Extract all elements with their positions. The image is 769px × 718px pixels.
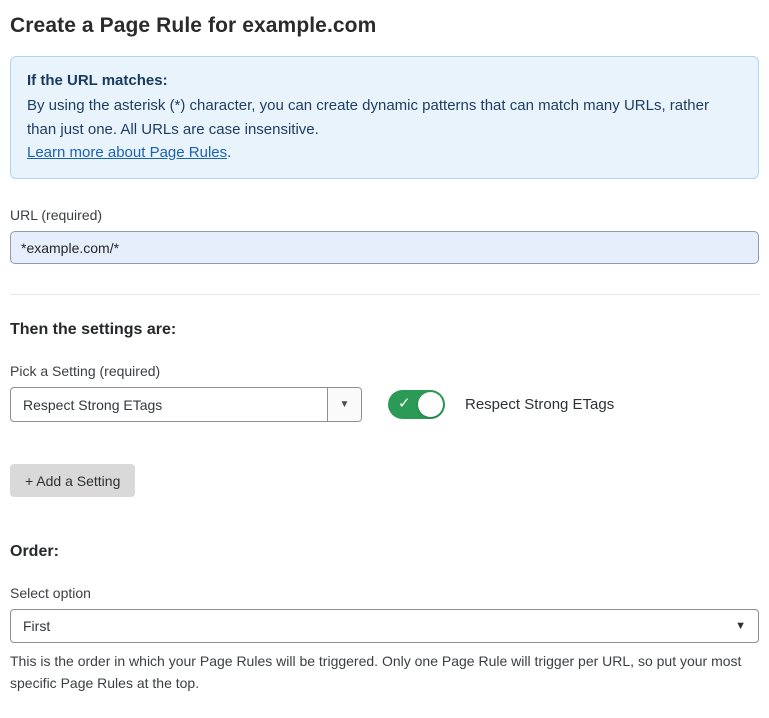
settings-section-heading: Then the settings are: [10, 321, 759, 339]
check-icon: ✓ [398, 394, 411, 412]
toggle-knob [418, 392, 443, 417]
chevron-down-icon: ▼ [340, 399, 350, 410]
setting-select-value: Respect Strong ETags [11, 388, 327, 421]
setting-select-arrow-button[interactable]: ▼ [327, 388, 361, 421]
setting-toggle[interactable]: ✓ [388, 390, 445, 419]
order-select-label: Select option [10, 585, 759, 601]
page-title: Create a Page Rule for example.com [10, 14, 759, 38]
info-box-body: By using the asterisk (*) character, you… [27, 94, 742, 141]
order-select-value: First [23, 618, 50, 634]
chevron-down-icon: ▼ [735, 620, 746, 632]
page-rule-form: Create a Page Rule for example.com If th… [0, 0, 769, 718]
url-field-label: URL (required) [10, 207, 759, 223]
pick-setting-label: Pick a Setting (required) [10, 363, 759, 379]
link-period: . [227, 144, 231, 161]
setting-row: Respect Strong ETags ▼ ✓ Respect Strong … [10, 387, 759, 422]
url-match-info-box: If the URL matches: By using the asteris… [10, 56, 759, 179]
setting-select[interactable]: Respect Strong ETags ▼ [10, 387, 362, 422]
toggle-label: Respect Strong ETags [465, 396, 614, 413]
info-box-link-line: Learn more about Page Rules. [27, 141, 742, 164]
order-select[interactable]: First ▼ [10, 609, 759, 643]
order-help-text: This is the order in which your Page Rul… [10, 651, 755, 694]
divider [10, 294, 759, 295]
info-box-heading: If the URL matches: [27, 69, 742, 92]
learn-more-link[interactable]: Learn more about Page Rules [27, 144, 227, 161]
url-input[interactable] [10, 231, 759, 264]
order-section-heading: Order: [10, 543, 759, 561]
add-setting-button[interactable]: + Add a Setting [10, 464, 135, 497]
